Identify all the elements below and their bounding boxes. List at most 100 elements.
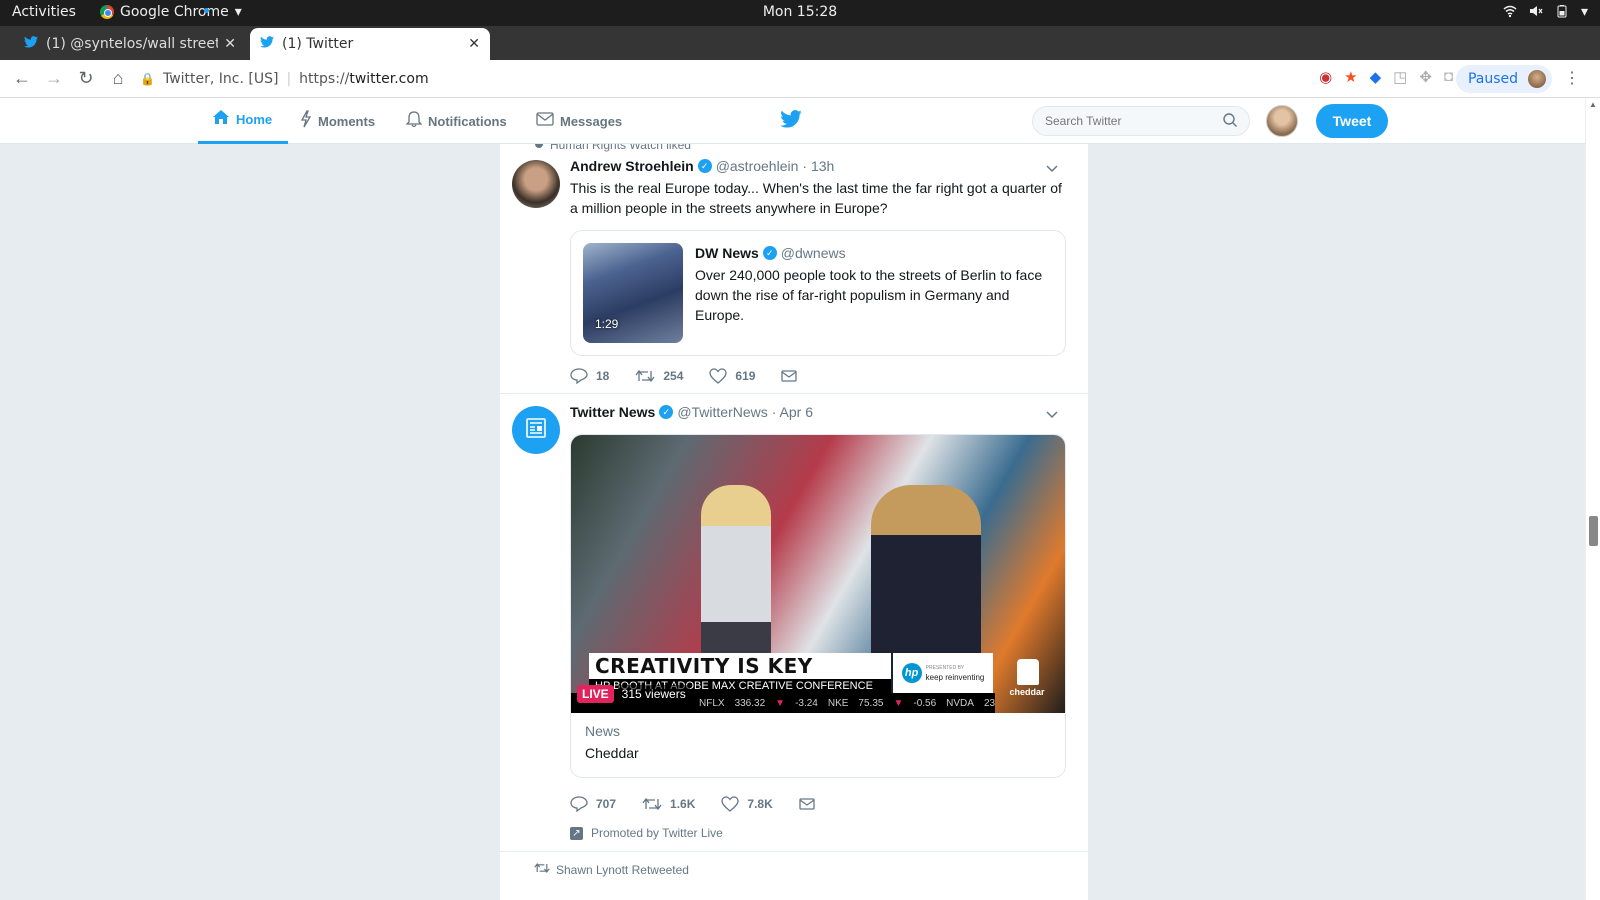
- heart-icon: [709, 368, 728, 384]
- ticker-symbol: NKE: [827, 697, 849, 709]
- reply-count: 18: [596, 369, 610, 383]
- chevron-down-icon[interactable]: [1046, 408, 1058, 422]
- quoted-tweet[interactable]: 1:29 DW News ✓ @dwnews Over 240,000 peop…: [570, 230, 1066, 356]
- browser-tab-active[interactable]: (1) Twitter ✕: [250, 28, 490, 60]
- video-player[interactable]: CREATIVITY IS KEY HP BOOTH AT ADOBE MAX …: [571, 435, 1065, 713]
- scrollbar-thumb[interactable]: [1589, 516, 1598, 546]
- card-source[interactable]: Cheddar: [585, 745, 639, 761]
- envelope-icon: [781, 370, 798, 382]
- app-menu[interactable]: Google Chrome ▾: [100, 4, 242, 20]
- ticker-price: 75.35: [858, 697, 884, 709]
- camera-icon[interactable]: ◘: [1444, 68, 1453, 89]
- video-thumbnail[interactable]: 1:29: [583, 243, 683, 343]
- bell-icon: [405, 110, 423, 133]
- author-handle[interactable]: @dwnews: [781, 245, 846, 261]
- ticker-change: -3.24: [795, 697, 818, 709]
- retweet-count: 1.6K: [670, 797, 696, 811]
- down-arrow-icon: ▼: [775, 697, 786, 709]
- presented-by: PRESENTED BY: [925, 664, 965, 671]
- search-input[interactable]: [1032, 106, 1250, 136]
- author-handle[interactable]: @TwitterNews: [677, 404, 767, 420]
- retweet-icon: [534, 862, 550, 877]
- chevron-down-icon: ▾: [1580, 4, 1588, 20]
- nav-label: Moments: [318, 113, 376, 129]
- down-arrow-icon: ▼: [893, 697, 904, 709]
- dm-button[interactable]: [799, 798, 815, 810]
- bookmark-star-icon[interactable]: ★: [1344, 68, 1357, 89]
- nav-messages[interactable]: Messages: [536, 98, 622, 144]
- rss-icon[interactable]: ◳: [1393, 68, 1407, 89]
- author-name[interactable]: DW News: [695, 245, 759, 261]
- tweet-button[interactable]: Tweet: [1316, 104, 1388, 138]
- author-handle[interactable]: @astroehlein: [716, 158, 799, 174]
- nav-label: Messages: [560, 113, 623, 129]
- scroll-up-icon[interactable]: ▲: [1589, 100, 1597, 109]
- home-icon: [212, 109, 230, 130]
- tweet-time[interactable]: · Apr 6: [772, 404, 813, 420]
- like-count: 7.8K: [747, 797, 773, 811]
- tweet-time[interactable]: · 13h: [802, 158, 834, 174]
- tweet[interactable]: Twitter News ✓ @TwitterNews · Apr 6 CREA…: [500, 394, 1088, 852]
- retweet-button[interactable]: 1.6K: [642, 797, 695, 811]
- live-video-card[interactable]: CREATIVITY IS KEY HP BOOTH AT ADOBE MAX …: [570, 434, 1066, 778]
- reply-icon: [570, 796, 588, 812]
- reply-count: 707: [596, 797, 617, 811]
- like-button[interactable]: 619: [709, 368, 755, 384]
- browser-toolbar: ← → ↻ ⌂ 🔒 Twitter, Inc. [US] | https://t…: [0, 60, 1600, 98]
- reply-button[interactable]: 18: [570, 368, 609, 384]
- live-badge: LIVE: [577, 685, 614, 703]
- tweet-actions: 18 254 619: [570, 368, 823, 384]
- timeline: Human Rights Watch liked Andrew Stroehle…: [500, 144, 1088, 900]
- tweet-header: Andrew Stroehlein ✓ @astroehlein · 13h: [570, 158, 834, 174]
- nav-moments[interactable]: Moments: [300, 98, 375, 144]
- avatar[interactable]: [512, 406, 560, 454]
- author-name[interactable]: Andrew Stroehlein: [570, 158, 694, 174]
- tweet[interactable]: Shawn Lynott Retweeted: [500, 852, 1088, 900]
- page-scrollbar[interactable]: ▲: [1585, 98, 1600, 900]
- like-button[interactable]: 7.8K: [721, 796, 773, 812]
- quote-text: Over 240,000 people took to the streets …: [695, 267, 1043, 323]
- ticker-price: 237.64: [983, 697, 995, 709]
- activities-button[interactable]: Activities: [12, 4, 76, 20]
- volume-muted-icon: [1529, 4, 1543, 22]
- avatar[interactable]: [512, 160, 560, 208]
- nav-label: Home: [236, 112, 273, 127]
- retweet-button[interactable]: 254: [635, 369, 683, 383]
- extension-icon[interactable]: ◆: [1370, 68, 1382, 89]
- nav-notifications[interactable]: Notifications: [405, 98, 507, 144]
- dm-button[interactable]: [781, 370, 798, 382]
- browser-tab[interactable]: (1) @syntelos/wall street ✕: [14, 28, 246, 60]
- profile-button[interactable]: Paused: [1455, 65, 1552, 93]
- search-icon[interactable]: [1222, 112, 1238, 133]
- extension-icon[interactable]: ◉: [1319, 68, 1332, 89]
- home-icon[interactable]: ⌂: [102, 68, 134, 89]
- more-menu-icon[interactable]: ⋮: [1564, 68, 1580, 88]
- close-tab-icon[interactable]: ✕: [468, 36, 480, 52]
- back-icon[interactable]: ←: [6, 68, 38, 89]
- twitter-bird-icon: [260, 36, 274, 52]
- system-tray[interactable]: ▾: [1503, 4, 1588, 22]
- reload-icon[interactable]: ↻: [70, 68, 102, 89]
- tweet-actions: 707 1.6K 7.8K: [570, 796, 841, 812]
- avatar[interactable]: [1266, 105, 1298, 137]
- lock-icon: 🔒: [140, 72, 155, 86]
- quote-header: DW News ✓ @dwnews: [695, 245, 846, 261]
- like-count: 619: [735, 369, 756, 383]
- forward-icon[interactable]: →: [38, 68, 70, 89]
- reply-button[interactable]: 707: [570, 796, 616, 812]
- tweet-context: Human Rights Watch liked: [534, 144, 691, 152]
- tweet[interactable]: Human Rights Watch liked Andrew Stroehle…: [500, 144, 1088, 394]
- promoted-text: Promoted by Twitter Live: [591, 826, 723, 840]
- address-bar[interactable]: 🔒 Twitter, Inc. [US] | https://twitter.c…: [140, 66, 1420, 92]
- extension-icon[interactable]: ✥: [1419, 68, 1432, 89]
- live-indicator: LIVE 315 viewers: [577, 685, 690, 703]
- chrome-icon: [100, 5, 114, 19]
- tweet-context: Shawn Lynott Retweeted: [534, 862, 689, 877]
- nav-home[interactable]: Home: [198, 98, 288, 144]
- chevron-down-icon[interactable]: [1046, 162, 1058, 176]
- close-tab-icon[interactable]: ✕: [224, 36, 236, 52]
- twitter-logo-icon[interactable]: [780, 110, 802, 133]
- promoted-icon: ↗: [570, 826, 583, 840]
- author-name[interactable]: Twitter News: [570, 404, 655, 420]
- promoted-label[interactable]: ↗ Promoted by Twitter Live: [570, 826, 723, 840]
